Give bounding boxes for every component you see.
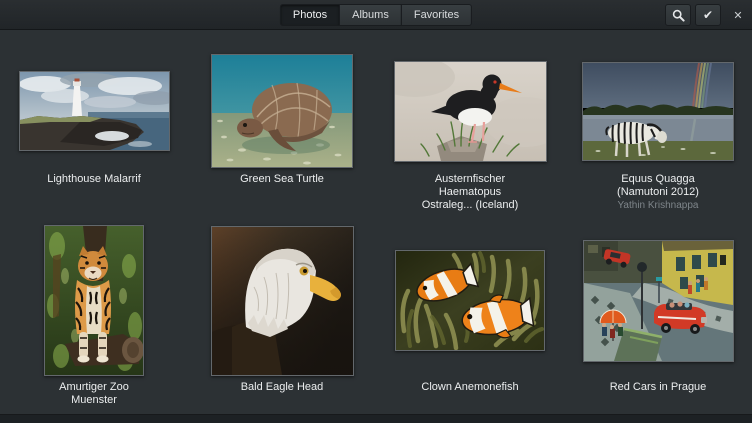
photo-thumbnail-lighthouse[interactable] — [19, 71, 170, 151]
photo-thumbnail-eagle[interactable] — [211, 226, 354, 376]
tab-photos[interactable]: Photos — [280, 4, 340, 26]
grid-row-1: Lighthouse Malarrif — [0, 30, 752, 212]
photo-title: Lighthouse Malarrif — [47, 173, 141, 186]
header-actions: ✔ ✕ — [661, 4, 747, 26]
oystercatcher-photo — [395, 62, 546, 161]
photo-item-tiger: Amurtiger Zoo Muenster — [0, 212, 188, 407]
tab-favorites[interactable]: Favorites — [401, 4, 472, 26]
photo-thumbnail-redcars[interactable] — [583, 240, 734, 362]
photo-title: Red Cars in Prague — [610, 381, 707, 394]
photo-item-redcars: Red Cars in Prague — [564, 212, 752, 407]
close-icon: ✕ — [733, 9, 742, 22]
photo-item-turtle: Green Sea Turtle — [188, 30, 376, 212]
checkmark-icon: ✔ — [703, 9, 713, 21]
window-bottom-edge — [0, 414, 752, 423]
photo-thumbnail-turtle[interactable] — [211, 54, 353, 168]
search-button[interactable] — [665, 4, 691, 26]
photo-thumbnail-clownfish[interactable] — [395, 250, 545, 351]
photo-title: Clown Anemonefish — [421, 381, 518, 394]
photo-item-oystercatcher: Austernfischer Haematopus Ostraleg... (I… — [376, 30, 564, 212]
bald-eagle-photo — [212, 227, 353, 375]
window-close-button[interactable]: ✕ — [729, 4, 747, 26]
view-switcher: Photos Albums Favorites — [280, 4, 472, 26]
photo-author: Yathin Krishnappa — [618, 199, 699, 212]
select-items-button[interactable]: ✔ — [695, 4, 721, 26]
photo-title: Green Sea Turtle — [240, 173, 324, 186]
photo-item-clownfish: Clown Anemonefish — [376, 212, 564, 407]
lighthouse-photo — [20, 72, 169, 150]
tiger-photo — [45, 226, 143, 375]
red-cars-photo — [584, 241, 733, 361]
clownfish-photo — [396, 251, 544, 350]
photo-thumbnail-zebra[interactable] — [582, 62, 734, 161]
photo-item-lighthouse: Lighthouse Malarrif — [0, 30, 188, 212]
photo-thumbnail-tiger[interactable] — [44, 225, 144, 376]
tab-albums[interactable]: Albums — [339, 4, 402, 26]
sea-turtle-photo — [212, 55, 352, 167]
photo-item-zebra: Equus Quagga (Namutoni 2012) Yathin Kris… — [564, 30, 752, 212]
photo-title: Austernfischer Haematopus Ostraleg... (I… — [414, 173, 526, 212]
photo-title: Bald Eagle Head — [241, 381, 324, 394]
grid-row-2: Amurtiger Zoo Muenster — [0, 212, 752, 407]
photo-grid: Lighthouse Malarrif — [0, 30, 752, 407]
magnifier-icon — [672, 9, 685, 22]
photo-title: Equus Quagga (Namutoni 2012) — [602, 173, 714, 199]
photo-item-eagle: Bald Eagle Head — [188, 212, 376, 407]
header-bar: Photos Albums Favorites ✔ ✕ — [0, 0, 752, 30]
photo-title: Amurtiger Zoo Muenster — [38, 381, 150, 407]
photo-thumbnail-oystercatcher[interactable] — [394, 61, 547, 162]
zebra-photo — [583, 63, 733, 160]
